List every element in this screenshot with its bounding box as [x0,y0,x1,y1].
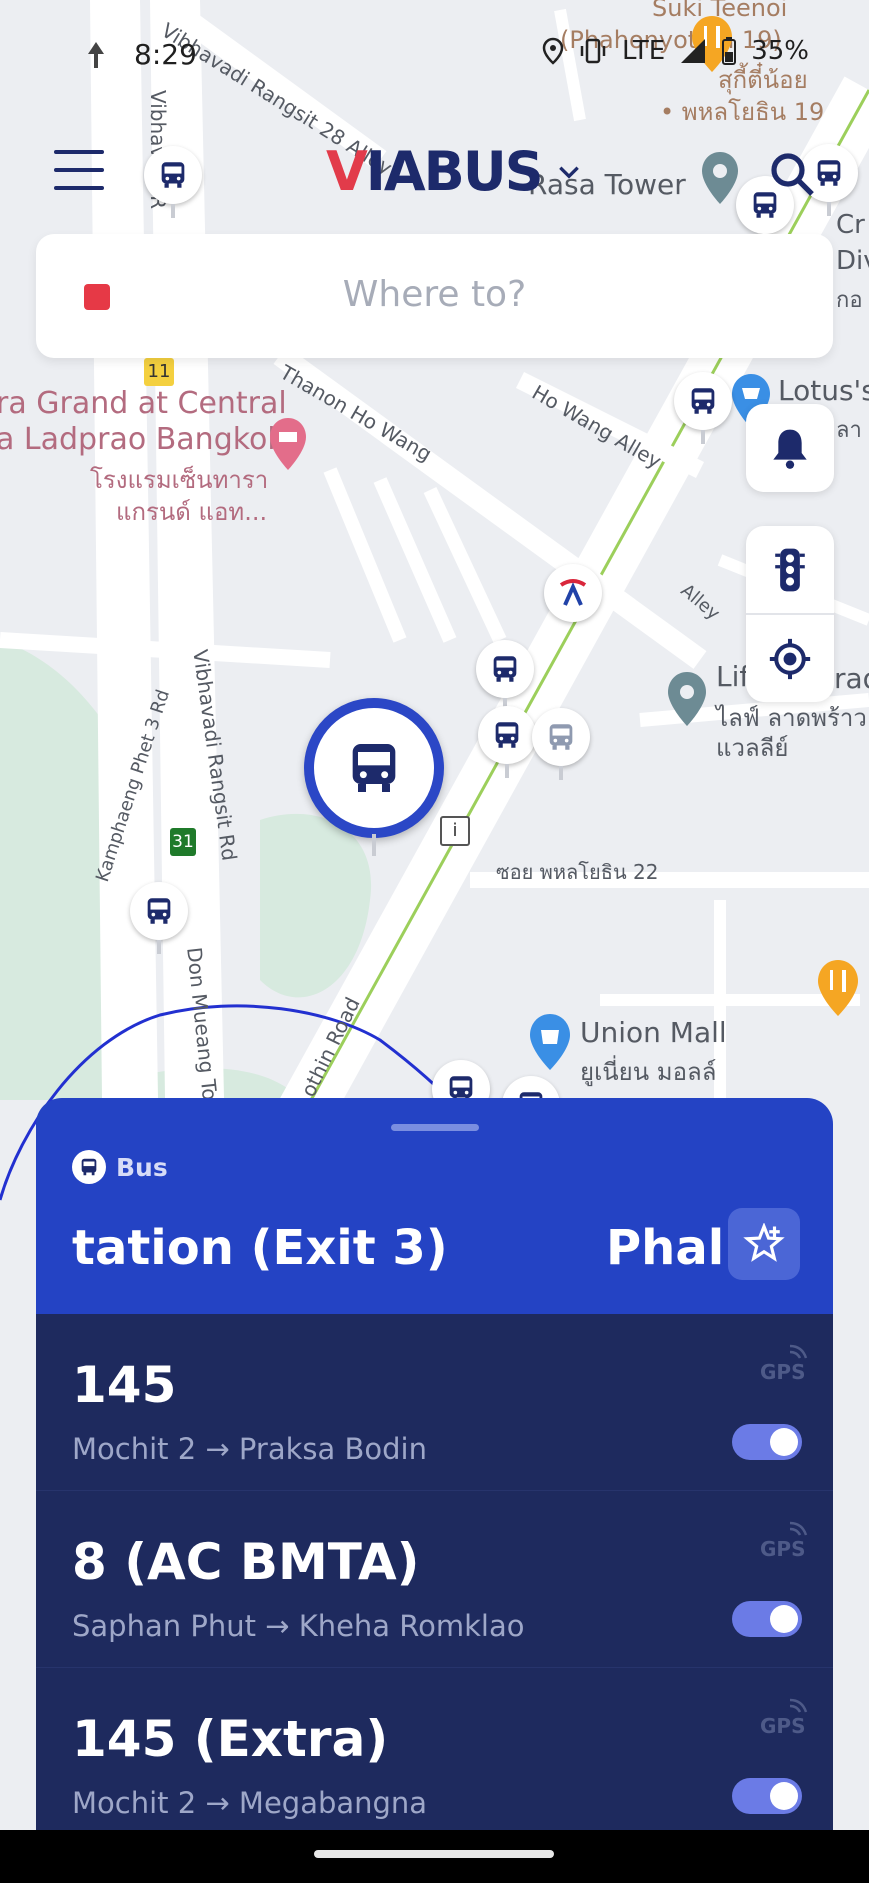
map-label: แกรนด์ แอท... [116,498,268,526]
status-icons: LTE 35% [542,36,809,66]
search-icon[interactable] [768,150,816,198]
search-placeholder: Where to? [342,274,527,315]
map-label: ra Grand at Central [0,386,287,421]
selected-pin-stem [372,834,376,856]
map-label: ยูเนี่ยน มอลล์ [580,1058,717,1086]
bus-stop-pin-icon[interactable] [532,708,590,780]
route-number: 145 (Extra) [72,1710,389,1768]
transport-mode: Bus [72,1150,168,1184]
map-controls [746,526,834,702]
gps-signal-icon [789,1698,808,1713]
bus-icon [81,1158,97,1176]
map-label: Union Mall [580,1016,727,1049]
map-label: rad [834,662,869,695]
sheet-drag-handle[interactable] [391,1124,479,1131]
route-number: 8 (AC BMTA) [72,1533,420,1591]
app-logo[interactable]: VIABUS [326,140,582,203]
bus-icon [493,656,517,682]
bus-stop-pin-icon[interactable] [476,640,534,712]
stop-name-marquee: Phal [606,1220,725,1276]
route-shield-31: 31 [170,828,196,856]
map-label: Lotus's [778,374,869,407]
shopping-mall-pin-icon[interactable] [528,1012,572,1072]
bus-stop-pin-icon[interactable] [144,146,202,218]
mode-label: Bus [116,1152,168,1182]
route-toggle[interactable] [732,1778,802,1814]
map-label: ซอย พหลโยธิน 22 [496,860,659,884]
route-direction: Mochit 2 → Praksa Bodin [72,1432,427,1466]
map-label: Cr [836,210,865,240]
my-location-button[interactable] [746,615,834,702]
battery-level: 35% [751,36,809,66]
gps-signal-icon [789,1521,808,1536]
location-icon [542,37,564,65]
upload-arrow-icon [88,42,104,68]
add-favorite-button[interactable] [728,1208,800,1280]
bus-icon [817,160,841,186]
menu-icon [54,150,104,154]
system-nav-bar [0,1830,869,1883]
logo-text: VIABUS [326,140,544,203]
route-list: 145 Mochit 2 → Praksa Bodin GPS 8 (AC BM… [36,1314,833,1830]
menu-button[interactable] [54,150,104,190]
route-row[interactable]: 145 Mochit 2 → Praksa Bodin GPS [36,1314,833,1491]
route-shield-11: 11 [144,358,174,386]
route-direction: Saphan Phut → Kheha Romklao [72,1609,525,1643]
bus-icon [147,898,171,924]
location-pin-icon[interactable] [666,670,708,728]
bus-icon [691,388,715,414]
hotel-pin-icon[interactable] [268,416,308,472]
map-label: แวลลีย์ [716,734,789,762]
bus-icon [549,724,573,750]
train-station-icon[interactable] [544,564,602,622]
traffic-light-icon [775,548,805,591]
map-label: กอ [836,288,863,313]
route-toggle[interactable] [732,1424,802,1460]
bus-icon [495,722,519,748]
gps-signal-icon [789,1344,808,1359]
map-label: • พหลโยธิน 19 [660,98,825,126]
crosshair-icon [769,638,811,679]
home-indicator[interactable] [314,1850,554,1858]
gps-indicator: GPS [760,1342,810,1384]
route-row[interactable]: 145 (Extra) Mochit 2 → Megabangna GPS [36,1668,833,1830]
map-label: Lif [716,660,750,693]
route-row[interactable]: 8 (AC BMTA) Saphan Phut → Kheha Romklao … [36,1491,833,1668]
bus-stop-pin-icon[interactable] [478,706,536,778]
route-number: 145 [72,1356,177,1414]
search-bar[interactable]: Where to? [36,234,833,358]
location-pin-icon[interactable] [700,150,740,206]
sheet-header: Bus tation (Exit 3) Phal [36,1098,833,1314]
map-label: Div [836,246,869,276]
vibrate-icon [580,38,606,64]
bell-icon [773,429,807,469]
traffic-button[interactable] [746,526,834,613]
network-type: LTE [621,36,666,66]
info-icon: i [440,816,470,846]
stop-name: tation (Exit 3) [72,1220,448,1276]
bus-stop-pin-icon[interactable] [130,882,188,954]
notifications-button[interactable] [746,404,834,492]
route-toggle[interactable] [732,1601,802,1637]
app-screen: Vibhavadi Rangsit 28 Alley Vibhavadi R S… [0,0,869,1830]
stop-details-sheet[interactable]: Bus tation (Exit 3) Phal 145 Mochit 2 → … [36,1098,833,1830]
signal-icon [681,39,706,63]
restaurant-pin-icon[interactable] [816,958,860,1020]
status-time: 8:29 [134,38,197,71]
route-direction: Mochit 2 → Megabangna [72,1786,428,1820]
battery-icon [722,37,737,65]
star-plus-icon [743,1223,785,1262]
chevron-down-icon [558,166,579,179]
map-label: a Ladprao Bangkok [0,422,285,457]
bus-stop-pin-icon[interactable] [674,372,732,444]
map-label: ลา [836,418,862,443]
gps-indicator: GPS [760,1696,810,1738]
bus-icon [161,162,185,188]
gps-indicator: GPS [760,1519,810,1561]
selected-bus-stop-pin[interactable] [304,698,444,838]
bus-icon [352,744,396,792]
status-bar: 8:29 LTE 35% [0,30,869,80]
